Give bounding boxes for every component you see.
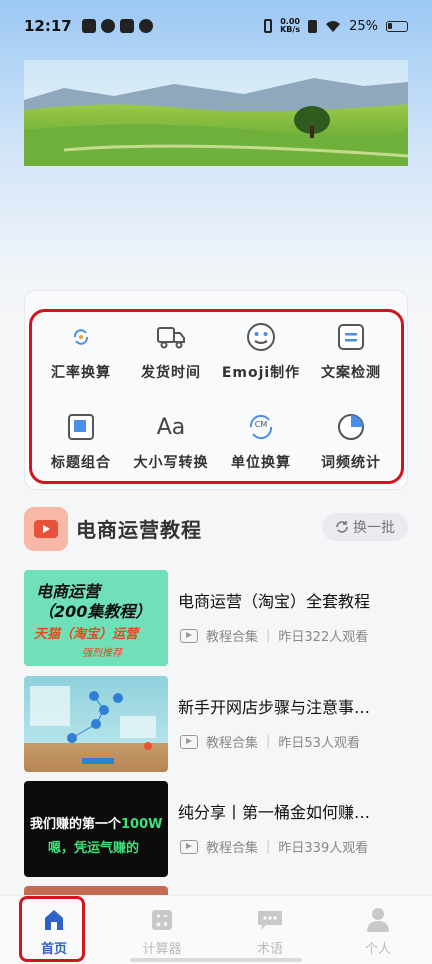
section-header: 电商运营教程 换一批 xyxy=(24,505,408,551)
banner-image[interactable] xyxy=(24,60,408,166)
nav-home-highlight-box xyxy=(19,896,85,962)
play-icon xyxy=(180,628,198,643)
status-bar: 12:17 0.00 KB/s 25% xyxy=(0,0,432,52)
course-meta: 教程合集 | 昨日53人观看 xyxy=(180,732,360,751)
course-item[interactable]: 电商运营 （200集教程） 天猫（淘宝）运营 强烈推荐 电商运营（淘宝）全套教程… xyxy=(24,570,408,666)
landscape-image xyxy=(24,60,408,166)
thumb-text: 我们赚的第一个100W xyxy=(30,813,163,832)
tool-label: 词频统计 xyxy=(321,455,381,471)
meta-divider: | xyxy=(266,628,271,643)
tool-label: 发货时间 xyxy=(141,365,201,381)
currency-exchange-icon xyxy=(64,320,98,354)
thumb-text: 天猫（淘宝）运营 xyxy=(34,627,139,642)
vibrate-icon xyxy=(264,19,273,33)
status-time: 12:17 xyxy=(24,17,72,35)
tool-label: 文案检测 xyxy=(321,365,381,381)
tool-delivery-time[interactable]: 发货时间 xyxy=(125,316,217,392)
nav-terms[interactable]: 术语 xyxy=(216,896,324,964)
tool-label: 单位换算 xyxy=(231,455,291,471)
course-title: 电商运营（淘宝）全套教程 xyxy=(178,592,371,611)
tool-label: 大小写转换 xyxy=(133,455,209,471)
home-indicator[interactable] xyxy=(130,958,302,962)
document-check-icon xyxy=(334,320,368,354)
course-views: 昨日322人观看 xyxy=(278,630,369,645)
check-icon xyxy=(100,19,115,33)
thumb-text: 强烈推荐 xyxy=(82,648,122,659)
course-category: 教程合集 xyxy=(206,736,259,751)
battery-icon xyxy=(386,20,408,32)
tool-unit-convert[interactable]: CM 单位换算 xyxy=(215,406,307,482)
course-category: 教程合集 xyxy=(206,841,259,856)
unit-convert-glyph: CM xyxy=(254,420,268,429)
course-title: 纯分享丨第一桶金如何赚… xyxy=(178,803,371,822)
course-meta: 教程合集 | 昨日339人观看 xyxy=(180,837,368,856)
delivery-truck-icon xyxy=(154,320,188,354)
nav-calculator[interactable]: 计算器 xyxy=(108,896,216,964)
tool-title-combine[interactable]: 标题组合 xyxy=(35,406,127,482)
refresh-label: 换一批 xyxy=(353,520,395,536)
meta-divider: | xyxy=(266,839,271,854)
pie-chart-icon xyxy=(334,410,368,444)
course-thumbnail xyxy=(24,676,168,772)
notification-icons xyxy=(81,19,153,33)
person-icon xyxy=(363,906,393,934)
tool-copy-check[interactable]: 文案检测 xyxy=(305,316,397,392)
case-convert-icon: Aa xyxy=(154,410,188,444)
play-icon xyxy=(180,839,198,854)
video-course-icon xyxy=(24,507,68,551)
course-title: 新手开网店步骤与注意事… xyxy=(178,698,371,717)
nav-label: 术语 xyxy=(256,942,283,957)
tool-emoji-maker[interactable]: Emoji制作 xyxy=(215,316,307,392)
case-convert-glyph: Aa xyxy=(156,414,186,440)
net-speed-unit: KB/s xyxy=(280,25,301,34)
course-thumbnail: 我们赚的第一个100W 嗯，凭运气赚的 xyxy=(24,781,168,877)
calculator-icon xyxy=(147,906,177,934)
refresh-icon xyxy=(336,521,348,533)
flow-diagram-image xyxy=(30,686,156,764)
thumb-text-highlight: 100W xyxy=(121,817,163,832)
no-sim-icon xyxy=(308,19,318,33)
nav-profile[interactable]: 个人 xyxy=(324,896,432,964)
course-views: 昨日53人观看 xyxy=(278,736,360,751)
net-speed: 0.00 KB/s xyxy=(280,18,300,34)
smiley-face-icon xyxy=(244,320,278,354)
nav-label: 个人 xyxy=(364,942,391,957)
battery-percent: 25% xyxy=(349,18,378,34)
unit-convert-icon: CM xyxy=(244,410,278,444)
chat-bubble-icon xyxy=(255,906,285,934)
wifi-icon xyxy=(326,20,341,32)
course-item[interactable]: 我们赚的第一个100W 嗯，凭运气赚的 纯分享丨第一桶金如何赚… 教程合集 | … xyxy=(24,781,408,877)
mail-icon xyxy=(81,19,96,33)
thumb-text: 嗯，凭运气赚的 xyxy=(48,841,140,856)
tool-case-convert[interactable]: Aa 大小写转换 xyxy=(125,406,217,482)
course-views: 昨日339人观看 xyxy=(278,841,369,856)
course-category: 教程合集 xyxy=(206,630,259,645)
wechat-icon xyxy=(138,19,153,33)
tool-label: 汇率换算 xyxy=(51,365,111,381)
meta-divider: | xyxy=(266,734,271,749)
section-title: 电商运营教程 xyxy=(76,518,202,542)
tool-exchange-rate[interactable]: 汇率换算 xyxy=(35,316,127,392)
course-meta: 教程合集 | 昨日322人观看 xyxy=(180,626,368,645)
thumb-text: （200集教程） xyxy=(38,602,152,621)
app-notification-icon xyxy=(119,19,134,33)
tool-label: 标题组合 xyxy=(51,455,111,471)
status-right: 0.00 KB/s 25% xyxy=(264,18,408,34)
course-item[interactable]: 新手开网店步骤与注意事… 教程合集 | 昨日53人观看 xyxy=(24,676,408,772)
stacked-squares-icon xyxy=(64,410,98,444)
tool-word-frequency[interactable]: 词频统计 xyxy=(305,406,397,482)
play-icon xyxy=(180,734,198,749)
thumb-text-part: 我们赚的第一个 xyxy=(30,817,122,832)
course-thumbnail: 电商运营 （200集教程） 天猫（淘宝）运营 强烈推荐 xyxy=(24,570,168,666)
tool-label: Emoji制作 xyxy=(221,365,301,381)
refresh-batch-button[interactable]: 换一批 xyxy=(322,513,408,541)
nav-label: 计算器 xyxy=(142,942,182,957)
